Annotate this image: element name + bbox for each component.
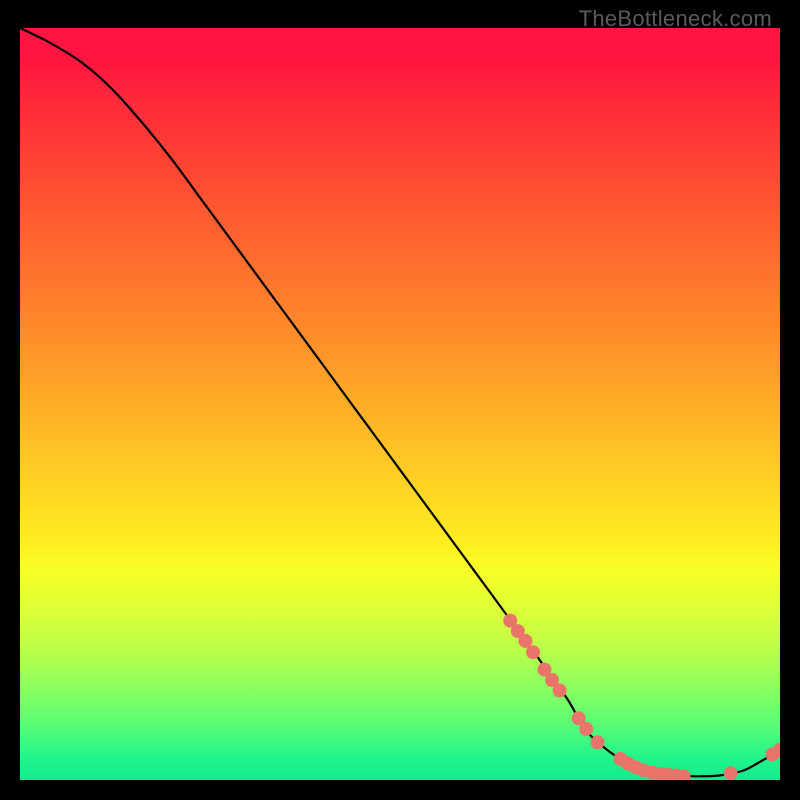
chart-svg [20,28,780,780]
chart-markers [503,614,780,780]
data-marker [553,684,567,698]
data-marker [724,766,738,780]
bottleneck-curve [20,28,780,776]
chart-area [20,28,780,780]
watermark-text: TheBottleneck.com [579,6,772,32]
data-marker [591,735,605,749]
data-marker [526,645,540,659]
data-marker [579,722,593,736]
